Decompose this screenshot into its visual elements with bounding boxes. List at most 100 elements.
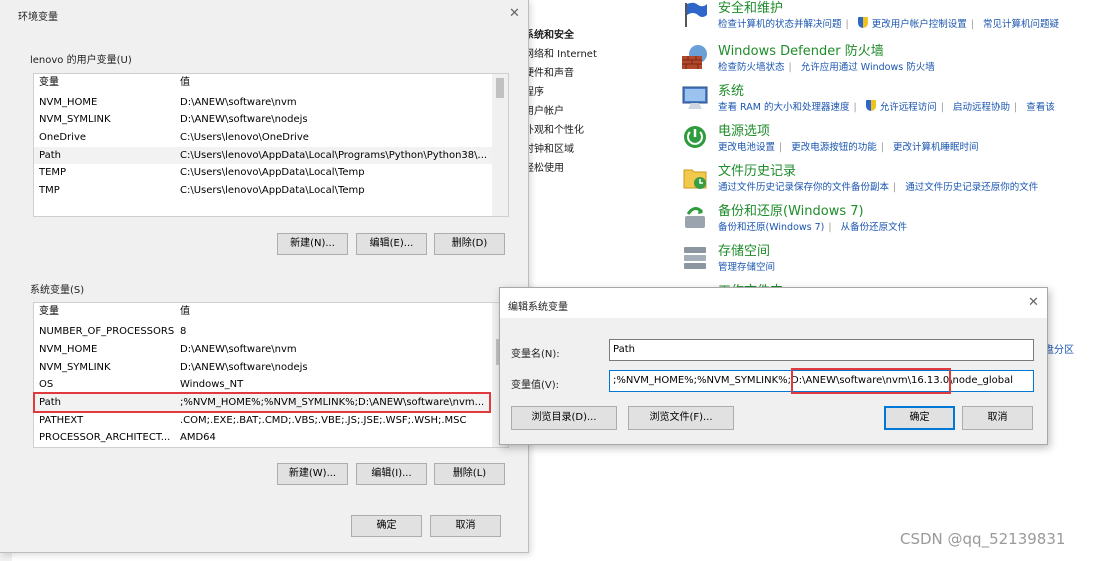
ok-button[interactable]: 确定 — [884, 406, 955, 430]
cp-item-firewall: Windows Defender 防火墙 检查防火墙状态 | 允许应用通过 Win… — [680, 40, 1100, 80]
cp-item-title[interactable]: 安全和维护 — [718, 0, 783, 16]
category-network-internet[interactable]: 网络和 Internet — [524, 45, 597, 60]
cp-item-title[interactable]: 存储空间 — [718, 240, 770, 259]
cp-link[interactable]: 管理存储空间 — [718, 262, 775, 273]
cp-item-title[interactable]: 系统 — [718, 80, 744, 99]
cp-partial-link[interactable]: 盘分区 — [1044, 341, 1074, 356]
cp-item-title[interactable]: 备份和还原(Windows 7) — [718, 200, 864, 219]
browse-file-button[interactable]: 浏览文件(F)... — [628, 406, 734, 430]
category-clock-region[interactable]: 时钟和区域 — [524, 140, 574, 155]
cp-item-file-history: 文件历史记录 通过文件历史记录保存你的文件备份副本 | 通过文件历史记录还原你的文… — [680, 160, 1100, 200]
cp-item-links: 检查计算机的状态并解决问题 | 更改用户帐户控制设置 | 常见计算机问题疑 — [718, 17, 1060, 30]
table-row[interactable]: NVM_HOME D:\ANEW\software\nvm — [34, 341, 508, 358]
var-name: Path — [39, 150, 61, 161]
ok-button[interactable]: 确定 — [351, 515, 422, 537]
table-row[interactable]: NVM_HOME D:\ANEW\software\nvm — [34, 94, 508, 111]
var-value: .COM;.EXE;.BAT;.CMD;.VBS;.VBE;.JS;.JSE;.… — [180, 415, 467, 426]
cp-item-title[interactable]: Windows Defender 防火墙 — [718, 40, 884, 59]
list-header: 变量 值 — [34, 74, 508, 92]
table-row[interactable]: OS Windows_NT — [34, 376, 508, 393]
system-delete-button[interactable]: 删除(L) — [434, 463, 505, 485]
cp-item-security-maintenance: 安全和维护 检查计算机的状态并解决问题 | 更改用户帐户控制设置 | 常见计算机问题… — [680, 0, 1100, 37]
table-row[interactable]: OneDrive C:\Users\lenovo\OneDrive — [34, 129, 508, 146]
var-value: C:\Users\lenovo\AppData\Local\Temp — [180, 167, 365, 178]
vertical-scrollbar[interactable] — [492, 74, 508, 216]
user-delete-button[interactable]: 删除(D) — [434, 233, 505, 255]
cancel-button[interactable]: 取消 — [962, 406, 1033, 430]
scroll-thumb[interactable] — [496, 78, 504, 98]
cp-link[interactable]: 更改电池设置 — [718, 142, 775, 153]
file-history-icon — [683, 169, 707, 189]
var-value: C:\Users\lenovo\AppData\Local\Programs\P… — [180, 150, 488, 161]
close-icon[interactable]: ✕ — [509, 6, 520, 21]
category-system-security[interactable]: 系统和安全 — [524, 26, 574, 41]
var-value: AMD64 — [180, 432, 216, 443]
cp-item-links: 通过文件历史记录保存你的文件备份副本 | 通过文件历史记录还原你的文件 — [718, 182, 1039, 193]
backup-icon — [685, 207, 705, 228]
cp-link[interactable]: 检查计算机的状态并解决问题 — [718, 19, 842, 30]
value-highlighted-segment: D:\ANEW\software\nvm\16.13.0 — [791, 375, 950, 386]
table-row[interactable]: NVM_SYMLINK D:\ANEW\software\nodejs — [34, 359, 508, 376]
category-user-accounts[interactable]: 用户帐户 — [524, 102, 564, 117]
table-row[interactable]: TEMP C:\Users\lenovo\AppData\Local\Temp — [34, 164, 508, 181]
dialog-titlebar — [500, 288, 1047, 318]
table-row[interactable]: NVM_SYMLINK D:\ANEW\software\nodejs — [34, 111, 508, 128]
variable-value-label: 变量值(V): — [511, 380, 560, 391]
col-header-value[interactable]: 值 — [180, 303, 190, 321]
uac-shield-icon — [865, 100, 876, 111]
cp-link[interactable]: 检查防火墙状态 — [718, 62, 785, 73]
cp-link[interactable]: 通过文件历史记录还原你的文件 — [905, 182, 1038, 193]
col-header-variable[interactable]: 变量 — [39, 303, 59, 321]
cp-link[interactable]: 允许应用通过 Windows 防火墙 — [801, 62, 935, 73]
var-value: C:\Users\lenovo\OneDrive — [180, 132, 309, 143]
table-row[interactable]: PROCESSOR_ARCHITECT... AMD64 — [34, 429, 508, 446]
cp-link[interactable]: 备份和还原(Windows 7) — [718, 222, 824, 233]
table-row[interactable]: NUMBER_OF_PROCESSORS 8 — [34, 323, 508, 340]
variable-name-input[interactable]: Path — [609, 339, 1034, 361]
cp-link[interactable]: 允许远程访问 — [880, 102, 937, 113]
uac-shield-icon — [857, 17, 868, 28]
system-new-button[interactable]: 新建(W)... — [277, 463, 348, 485]
category-appearance[interactable]: 外观和个性化 — [524, 121, 584, 136]
cp-link[interactable]: 更改电源按钮的功能 — [791, 142, 877, 153]
list-header: 变量 值 — [34, 303, 508, 321]
cp-link[interactable]: 通过文件历史记录保存你的文件备份副本 — [718, 182, 889, 193]
user-edit-button[interactable]: 编辑(E)... — [356, 233, 427, 255]
table-row[interactable]: Path ;%NVM_HOME%;%NVM_SYMLINK%;D:\ANEW\s… — [34, 394, 508, 411]
cp-link[interactable]: 更改用户帐户控制设置 — [872, 19, 967, 30]
col-header-variable[interactable]: 变量 — [39, 74, 59, 92]
user-new-button[interactable]: 新建(N)... — [277, 233, 348, 255]
category-hardware-sound[interactable]: 硬件和声音 — [524, 64, 574, 79]
cp-link[interactable]: 从备份还原文件 — [841, 222, 908, 233]
value-suffix: \node_global — [949, 375, 1014, 386]
system-edit-button[interactable]: 编辑(I)... — [356, 463, 427, 485]
cp-link[interactable]: 常见计算机问题疑 — [983, 19, 1059, 30]
cp-link[interactable]: 更改计算机睡眠时间 — [893, 142, 979, 153]
var-name: NVM_HOME — [39, 344, 98, 355]
cp-link[interactable]: 查看 RAM 的大小和处理器速度 — [718, 102, 849, 113]
firewall-icon — [682, 45, 707, 69]
cancel-button[interactable]: 取消 — [430, 515, 501, 537]
power-icon — [684, 126, 706, 148]
system-variables-list[interactable]: 变量 值 NUMBER_OF_PROCESSORS 8 NVM_HOME D:\… — [33, 302, 509, 448]
flag-icon — [685, 2, 707, 27]
close-icon[interactable]: ✕ — [1028, 295, 1039, 310]
cp-item-title[interactable]: 电源选项 — [718, 120, 770, 139]
category-ease-of-access[interactable]: 轻松使用 — [524, 159, 564, 174]
cp-item-storage-spaces: 存储空间 管理存储空间 — [680, 240, 1100, 280]
table-row[interactable]: TMP C:\Users\lenovo\AppData\Local\Temp — [34, 182, 508, 199]
watermark: CSDN @qq_52139831 — [900, 530, 1066, 548]
var-name: TMP — [39, 185, 60, 196]
user-variables-list[interactable]: 变量 值 NVM_HOME D:\ANEW\software\nvm NVM_S… — [33, 73, 509, 217]
col-header-value[interactable]: 值 — [180, 74, 190, 92]
table-row[interactable]: PATHEXT .COM;.EXE;.BAT;.CMD;.VBS;.VBE;.J… — [34, 412, 508, 429]
cp-link[interactable]: 查看该 — [1026, 102, 1055, 113]
variable-value-input[interactable]: ;%NVM_HOME%;%NVM_SYMLINK%;D:\ANEW\softwa… — [609, 370, 1034, 392]
browse-directory-button[interactable]: 浏览目录(D)... — [511, 406, 617, 430]
cp-item-title[interactable]: 文件历史记录 — [718, 160, 796, 179]
var-name: OS — [39, 379, 54, 390]
var-name: NVM_SYMLINK — [39, 114, 111, 125]
var-name: PATHEXT — [39, 415, 84, 426]
table-row[interactable]: Path C:\Users\lenovo\AppData\Local\Progr… — [34, 147, 508, 164]
cp-link[interactable]: 启动远程协助 — [953, 102, 1010, 113]
